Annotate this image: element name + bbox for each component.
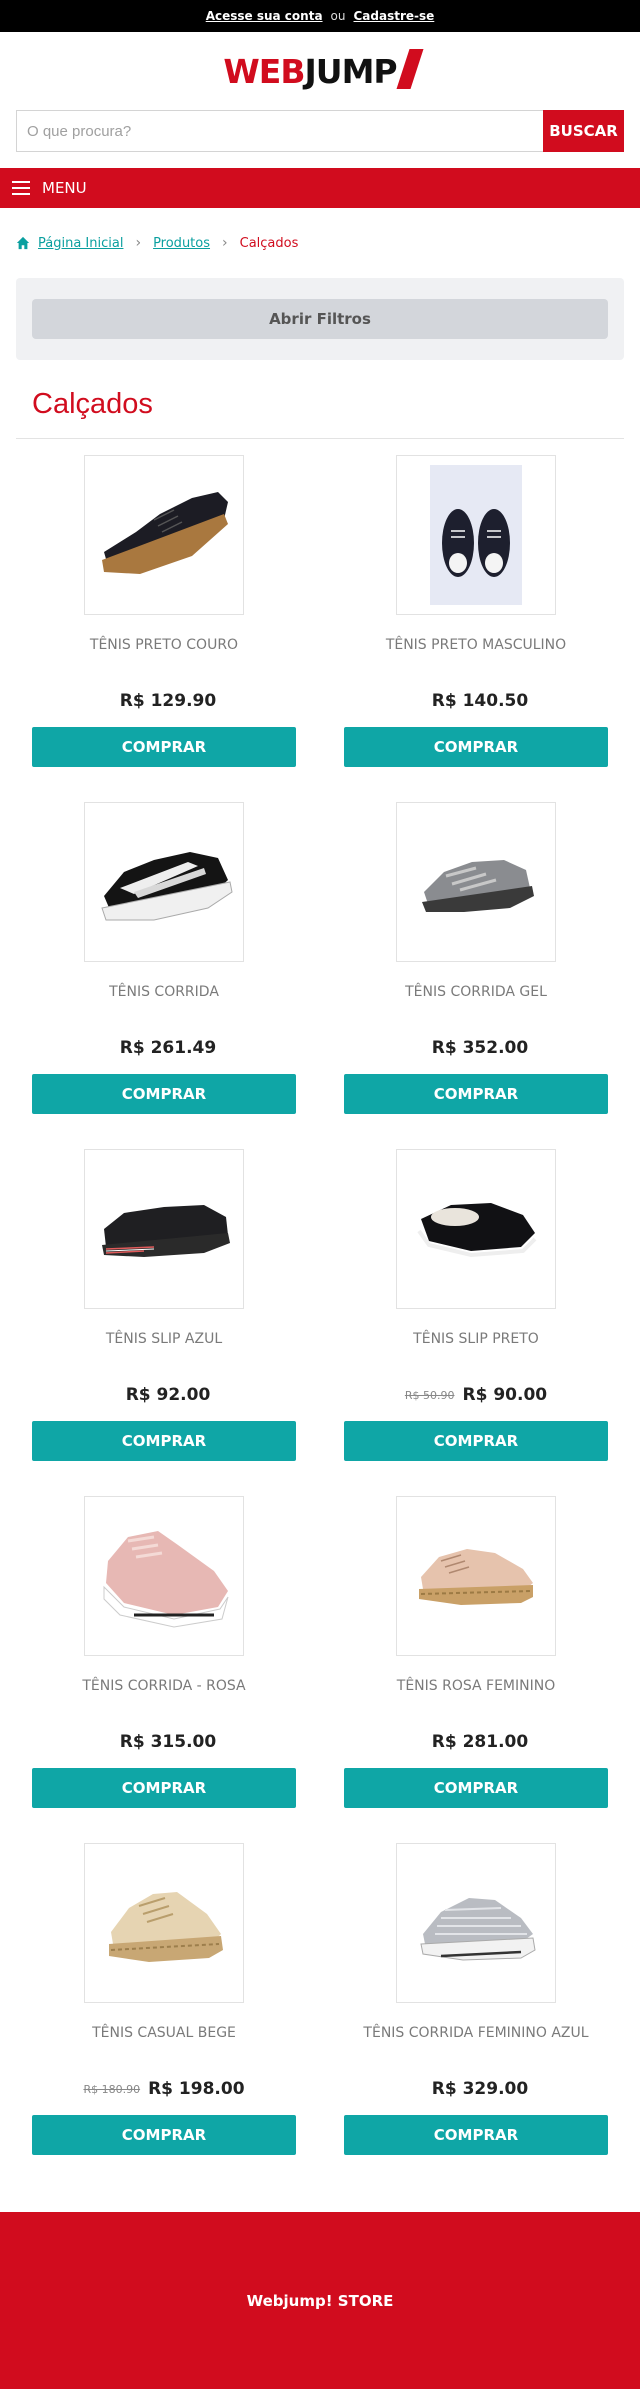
buy-button[interactable]: COMPRAR <box>344 727 608 767</box>
product-price: R$ 261.49 <box>119 1038 217 1058</box>
login-link[interactable]: Acesse sua conta <box>206 9 323 23</box>
buy-button[interactable]: COMPRAR <box>32 727 296 767</box>
price-row: R$ 281.00 <box>424 1730 528 1754</box>
product-price: R$ 140.50 <box>431 691 529 711</box>
or-text: ou <box>330 9 346 23</box>
black-slip-on-shoe-icon <box>417 1203 537 1258</box>
product-name[interactable]: TÊNIS CORRIDA FEMININO AZUL <box>363 2025 588 2065</box>
open-filters-button[interactable]: Abrir Filtros <box>32 299 608 339</box>
beige-casual-sneaker-icon <box>109 1892 223 1962</box>
breadcrumb-current: Calçados <box>239 235 299 251</box>
chevron-right-icon: › <box>135 235 142 251</box>
product-price: R$ 329.00 <box>431 2079 529 2099</box>
price-row: R$ 50.90 R$ 90.00 <box>405 1383 547 1407</box>
product-name[interactable]: TÊNIS CORRIDA - ROSA <box>82 1678 245 1718</box>
home-icon <box>16 236 30 250</box>
product-price: R$ 315.00 <box>119 1732 217 1752</box>
product-grid: TÊNIS PRETO COURO R$ 129.90 COMPRAR TÊNI… <box>0 439 640 2190</box>
product-image[interactable] <box>84 1843 244 2003</box>
product-card: TÊNIS CORRIDA GEL R$ 352.00 COMPRAR <box>344 802 608 1149</box>
product-card: TÊNIS SLIP AZUL R$ 92.00 COMPRAR <box>32 1149 296 1496</box>
footer: Webjump! STORE <box>0 2212 640 2389</box>
product-card: TÊNIS PRETO MASCULINO R$ 140.50 COMPRAR <box>344 455 608 802</box>
product-image[interactable] <box>84 802 244 962</box>
chevron-right-icon: › <box>222 235 228 251</box>
search-input[interactable] <box>16 110 543 152</box>
grey-gel-running-shoe-icon <box>422 860 534 912</box>
pink-espadrille-sneaker-icon <box>419 1549 533 1605</box>
product-image[interactable] <box>396 802 556 962</box>
menu-label: MENU <box>42 179 87 197</box>
price-row: R$ 261.49 <box>112 1036 216 1060</box>
price-row: R$ 180.90 R$ 198.00 <box>83 2077 244 2101</box>
black-leather-sneaker-icon <box>102 492 228 574</box>
product-image[interactable] <box>396 1496 556 1656</box>
black-canvas-sneaker-pair-icon <box>430 465 522 605</box>
breadcrumb-products[interactable]: Produtos <box>153 236 210 251</box>
pink-running-shoe-icon <box>103 1531 229 1628</box>
price-row: R$ 352.00 <box>424 1036 528 1060</box>
footer-text: Webjump! STORE <box>246 2291 394 2310</box>
buy-button[interactable]: COMPRAR <box>32 1421 296 1461</box>
search-button[interactable]: BUSCAR <box>543 110 624 152</box>
menu-bar[interactable]: MENU <box>0 168 640 208</box>
product-price: R$ 129.90 <box>119 691 217 711</box>
product-price: R$ 90.00 <box>462 1385 548 1405</box>
product-card: TÊNIS CORRIDA FEMININO AZUL R$ 329.00 CO… <box>344 1843 608 2190</box>
price-row: R$ 92.00 <box>118 1383 211 1407</box>
price-row: R$ 129.90 <box>112 689 216 713</box>
product-price: R$ 92.00 <box>125 1385 211 1405</box>
logo-slash-mark <box>396 49 424 89</box>
header: WEB JUMP <box>0 32 640 110</box>
product-name[interactable]: TÊNIS ROSA FEMININO <box>397 1678 555 1718</box>
buy-button[interactable]: COMPRAR <box>32 1074 296 1114</box>
product-price: R$ 281.00 <box>431 1732 529 1752</box>
buy-button[interactable]: COMPRAR <box>344 1768 608 1808</box>
old-price: R$ 180.90 <box>83 2082 141 2096</box>
signup-link[interactable]: Cadastre-se <box>354 9 435 23</box>
product-image[interactable] <box>396 455 556 615</box>
product-name[interactable]: TÊNIS PRETO COURO <box>90 637 238 677</box>
product-card: TÊNIS CASUAL BEGE R$ 180.90 R$ 198.00 CO… <box>32 1843 296 2190</box>
product-name[interactable]: TÊNIS SLIP AZUL <box>106 1331 222 1371</box>
product-name[interactable]: TÊNIS CORRIDA <box>109 984 219 1024</box>
product-card: TÊNIS SLIP PRETO R$ 50.90 R$ 90.00 COMPR… <box>344 1149 608 1496</box>
dark-slip-on-shoe-icon <box>102 1205 230 1257</box>
hamburger-menu-icon[interactable] <box>12 181 30 195</box>
price-row: R$ 140.50 <box>424 689 528 713</box>
product-card: TÊNIS CORRIDA - ROSA R$ 315.00 COMPRAR <box>32 1496 296 1843</box>
buy-button[interactable]: COMPRAR <box>32 1768 296 1808</box>
product-name[interactable]: TÊNIS SLIP PRETO <box>413 1331 539 1371</box>
top-account-bar: Acesse sua conta ou Cadastre-se <box>0 0 640 32</box>
grey-knit-running-shoe-icon <box>420 1898 536 1961</box>
breadcrumb-home[interactable]: Página Inicial <box>38 236 123 251</box>
product-price: R$ 198.00 <box>148 2079 245 2099</box>
black-running-shoe-icon <box>101 852 233 921</box>
product-image[interactable] <box>84 1496 244 1656</box>
page-title: Calçados <box>32 388 153 420</box>
product-card: TÊNIS PRETO COURO R$ 129.90 COMPRAR <box>32 455 296 802</box>
filter-panel: Abrir Filtros <box>16 278 624 360</box>
search-bar: BUSCAR <box>0 110 640 152</box>
product-card: TÊNIS CORRIDA R$ 261.49 COMPRAR <box>32 802 296 1149</box>
product-image[interactable] <box>396 1149 556 1309</box>
old-price: R$ 50.90 <box>404 1388 455 1402</box>
product-image[interactable] <box>84 1149 244 1309</box>
product-name[interactable]: TÊNIS CORRIDA GEL <box>405 984 547 1024</box>
price-row: R$ 329.00 <box>424 2077 528 2101</box>
buy-button[interactable]: COMPRAR <box>344 1074 608 1114</box>
buy-button[interactable]: COMPRAR <box>344 1421 608 1461</box>
breadcrumb: Página Inicial › Produtos › Calçados <box>0 208 640 278</box>
product-name[interactable]: TÊNIS PRETO MASCULINO <box>386 637 566 677</box>
buy-button[interactable]: COMPRAR <box>32 2115 296 2155</box>
product-image[interactable] <box>396 1843 556 2003</box>
product-name[interactable]: TÊNIS CASUAL BEGE <box>92 2025 236 2065</box>
price-row: R$ 315.00 <box>112 1730 216 1754</box>
product-image[interactable] <box>84 455 244 615</box>
product-card: TÊNIS ROSA FEMININO R$ 281.00 COMPRAR <box>344 1496 608 1843</box>
product-price: R$ 352.00 <box>431 1038 529 1058</box>
webjump-logo[interactable]: WEB JUMP <box>223 49 424 91</box>
buy-button[interactable]: COMPRAR <box>344 2115 608 2155</box>
